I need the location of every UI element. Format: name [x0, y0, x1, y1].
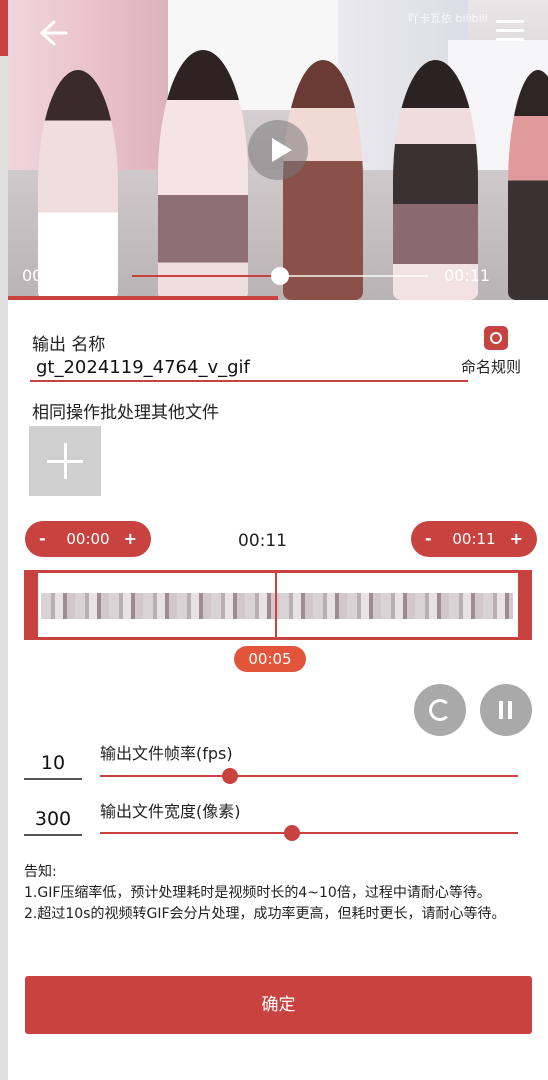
confirm-button[interactable]: 确定 — [25, 976, 532, 1034]
left-edge-accent — [0, 0, 8, 56]
output-name-label: 输出 名称 — [32, 335, 106, 355]
video-progress-bar[interactable] — [132, 267, 428, 285]
trim-end-handle[interactable] — [518, 570, 532, 640]
cursor-time-badge: 00:05 — [234, 646, 306, 672]
width-label: 输出文件宽度(像素) — [100, 802, 241, 821]
video-progress-knob[interactable] — [271, 267, 289, 285]
trim-start-control: - 00:00 + — [25, 521, 151, 557]
notice-title: 告知: — [24, 864, 57, 880]
batch-process-label: 相同操作批处理其他文件 — [32, 403, 219, 423]
play-icon[interactable] — [248, 120, 308, 180]
pause-icon[interactable] — [480, 684, 532, 736]
fps-value[interactable]: 10 — [24, 752, 82, 780]
notice-block: 告知: 1.GIF压缩率低，预计处理耗时是视频时长的4~10倍，过程中请耐心等待… — [24, 862, 532, 925]
end-time: 00:11 — [444, 266, 491, 285]
video-preview[interactable]: 吖卡瓦依 bilibili 00:05 00:11 — [8, 0, 548, 300]
trim-duration: 00:11 — [238, 531, 287, 551]
width-slider[interactable] — [100, 825, 518, 841]
scene-dancer — [158, 50, 248, 300]
scene-dancer — [283, 60, 363, 300]
trim-end-plus-button[interactable]: + — [510, 529, 523, 548]
naming-rule-link[interactable]: 命名规则 — [461, 356, 521, 377]
trim-start-plus-button[interactable]: + — [124, 529, 137, 548]
scene-dancer — [393, 60, 478, 300]
fps-slider[interactable] — [100, 768, 518, 784]
gif-converter-panel: 吖卡瓦依 bilibili 00:05 00:11 输出 名称 命名规则 相同操… — [8, 0, 548, 1080]
left-edge — [0, 0, 8, 1080]
timeline-thumbnails — [41, 593, 513, 619]
trim-end-control: - 00:11 + — [411, 521, 537, 557]
width-slider-knob[interactable] — [284, 825, 301, 841]
width-value[interactable]: 300 — [24, 808, 82, 836]
timeline-cursor[interactable] — [275, 573, 277, 637]
video-playback-indicator — [8, 296, 278, 300]
watermark: 吖卡瓦依 bilibili — [408, 12, 488, 25]
notice-line-1: 1.GIF压缩率低，预计处理耗时是视频时长的4~10倍，过程中请耐心等待。 — [24, 885, 491, 901]
menu-icon[interactable] — [496, 20, 524, 44]
trim-start-handle[interactable] — [24, 570, 38, 640]
fps-label: 输出文件帧率(fps) — [100, 744, 233, 763]
reset-icon[interactable] — [414, 684, 466, 736]
current-time: 00:05 — [22, 266, 69, 285]
gear-icon[interactable] — [484, 326, 508, 350]
notice-line-2: 2.超过10s的视频转GIF会分片处理，成功率更高，但耗时更长，请耐心等待。 — [24, 906, 506, 922]
video-progress-fill — [132, 275, 280, 277]
output-name-input[interactable] — [30, 354, 468, 382]
back-arrow-icon[interactable] — [34, 18, 70, 48]
add-file-button[interactable] — [29, 426, 101, 496]
fps-slider-knob[interactable] — [221, 768, 238, 784]
trim-timeline[interactable] — [24, 570, 532, 640]
